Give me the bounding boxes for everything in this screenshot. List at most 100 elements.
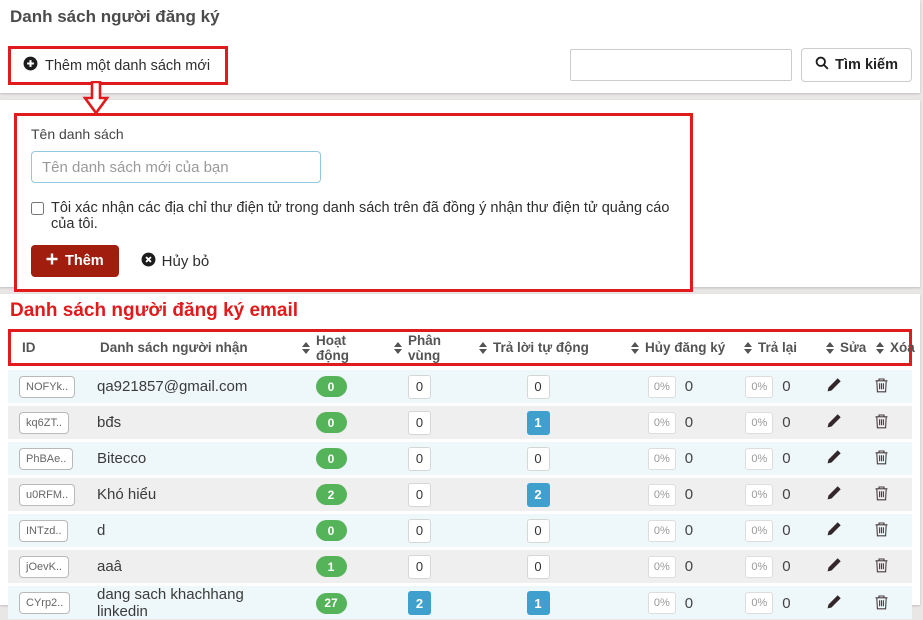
column-header[interactable]: Hủy đăng ký — [617, 340, 730, 355]
delete-button[interactable] — [872, 519, 891, 542]
count-badge: 1 — [527, 591, 550, 615]
count-badge: 2 — [527, 483, 550, 507]
bounce-count: 0 — [782, 558, 790, 575]
annotation-box-add-button: Thêm một danh sách mới — [8, 46, 228, 85]
active-count-badge: 0 — [316, 448, 347, 469]
sort-icon — [479, 342, 487, 354]
pencil-icon — [826, 485, 842, 504]
search-input[interactable] — [570, 49, 792, 81]
pencil-icon — [826, 557, 842, 576]
list-name: Bitecco — [97, 450, 146, 467]
submit-button[interactable]: Thêm — [31, 245, 119, 277]
delete-button[interactable] — [872, 375, 891, 398]
bounce-rate: 0% — [745, 484, 773, 506]
search-button[interactable]: Tìm kiếm — [801, 48, 912, 82]
column-header[interactable]: Sửa — [812, 340, 862, 355]
count-badge: 0 — [527, 375, 550, 399]
sort-icon — [876, 342, 884, 354]
cancel-button[interactable]: Hủy bỏ — [141, 252, 210, 271]
delete-button[interactable] — [872, 483, 891, 506]
edit-button[interactable] — [824, 411, 844, 434]
table-row: jOevK..aaâ1000%00%0 — [8, 550, 912, 583]
form-buttons: Thêm Hủy bỏ — [31, 245, 676, 277]
bounce-stats: 0% 0 — [745, 484, 790, 506]
confirm-checkbox[interactable] — [31, 202, 44, 215]
table-header-row: IDDanh sách người nhậnHoạt độngPhân vùng… — [8, 329, 912, 366]
column-header-label: ID — [22, 340, 36, 355]
bounce-count: 0 — [782, 378, 790, 395]
edit-button[interactable] — [824, 592, 844, 615]
delete-button[interactable] — [872, 447, 891, 470]
count-badge: 0 — [408, 447, 431, 471]
unsubscribe-rate: 0% — [648, 556, 676, 578]
row-id-badge[interactable]: NOFYk.. — [19, 376, 75, 398]
unsubscribe-rate: 0% — [648, 592, 676, 614]
active-count-badge: 0 — [316, 376, 347, 397]
pencil-icon — [826, 413, 842, 432]
table-row: CYrp2..dang sach khachhang linkedin27210… — [8, 586, 912, 619]
trash-icon — [874, 413, 889, 432]
column-header[interactable]: Trả lời tự động — [465, 340, 617, 355]
table-body: NOFYk.. qa921857@gmail.com 0 0 0 0% 0 0% 0 kq6ZT.… — [8, 370, 912, 619]
bounce-count: 0 — [782, 486, 790, 503]
unsubscribe-count: 0 — [685, 595, 693, 612]
row-id-badge[interactable]: INTzd.. — [19, 520, 68, 542]
row-id-badge[interactable]: CYrp2.. — [19, 592, 70, 614]
column-header[interactable]: Xóa — [862, 340, 907, 355]
column-header-label: Trả lại — [758, 340, 797, 355]
table-row: NOFYk..qa921857@gmail.com0000%00%0 — [8, 370, 912, 403]
subscriber-table-card: Danh sách người đăng ký email IDDanh sác… — [0, 294, 920, 605]
row-id-badge[interactable]: u0RFM.. — [19, 484, 75, 506]
plus-circle-icon — [23, 56, 38, 75]
count-badge: 0 — [527, 519, 550, 543]
column-header[interactable]: Hoạt động — [288, 333, 380, 363]
trash-icon — [874, 377, 889, 396]
delete-button[interactable] — [872, 592, 891, 615]
delete-button[interactable] — [872, 555, 891, 578]
row-id-badge[interactable]: PhBAe.. — [19, 448, 73, 470]
trash-icon — [874, 594, 889, 613]
column-header[interactable]: Trả lại — [730, 340, 812, 355]
trash-icon — [874, 521, 889, 540]
count-badge: 0 — [408, 555, 431, 579]
column-header-label: Phân vùng — [408, 333, 465, 363]
sort-icon — [302, 342, 310, 354]
plus-icon — [46, 253, 58, 269]
unsubscribe-count: 0 — [685, 486, 693, 503]
active-count-badge: 1 — [316, 556, 347, 577]
count-badge: 0 — [527, 447, 550, 471]
edit-button[interactable] — [824, 447, 844, 470]
unsubscribe-count: 0 — [685, 558, 693, 575]
edit-button[interactable] — [824, 555, 844, 578]
pencil-icon — [826, 377, 842, 396]
sort-icon — [631, 342, 639, 354]
section-heading: Danh sách người đăng ký email — [8, 294, 920, 329]
list-name: aaâ — [97, 558, 122, 575]
bounce-rate: 0% — [745, 520, 773, 542]
unsubscribe-rate: 0% — [648, 520, 676, 542]
table-row: kq6ZT..bđs0010%00%0 — [8, 406, 912, 439]
column-header-label: Hoạt động — [316, 333, 380, 363]
edit-button[interactable] — [824, 483, 844, 506]
column-header-label: Hủy đăng ký — [645, 340, 725, 355]
unsubscribe-stats: 0%0 — [648, 412, 693, 434]
list-name-input[interactable] — [31, 151, 321, 183]
cancel-button-label: Hủy bỏ — [162, 253, 210, 270]
column-header[interactable]: Phân vùng — [380, 333, 465, 363]
row-id-badge[interactable]: jOevK.. — [19, 556, 69, 578]
list-name: qa921857@gmail.com — [97, 378, 247, 395]
search-group: Tìm kiếm — [570, 48, 912, 82]
count-badge: 0 — [408, 519, 431, 543]
add-list-button[interactable]: Thêm một danh sách mới — [11, 49, 225, 82]
trash-icon — [874, 449, 889, 468]
delete-button[interactable] — [872, 411, 891, 434]
bounce-rate: 0% — [745, 448, 773, 470]
unsubscribe-rate: 0% — [648, 484, 676, 506]
edit-button[interactable] — [824, 375, 844, 398]
unsubscribe-count: 0 — [685, 450, 693, 467]
x-circle-icon — [141, 252, 156, 271]
row-id-badge[interactable]: kq6ZT.. — [19, 412, 69, 434]
edit-button[interactable] — [824, 519, 844, 542]
active-count-badge: 2 — [316, 484, 347, 505]
bounce-stats: 0%0 — [745, 376, 790, 398]
